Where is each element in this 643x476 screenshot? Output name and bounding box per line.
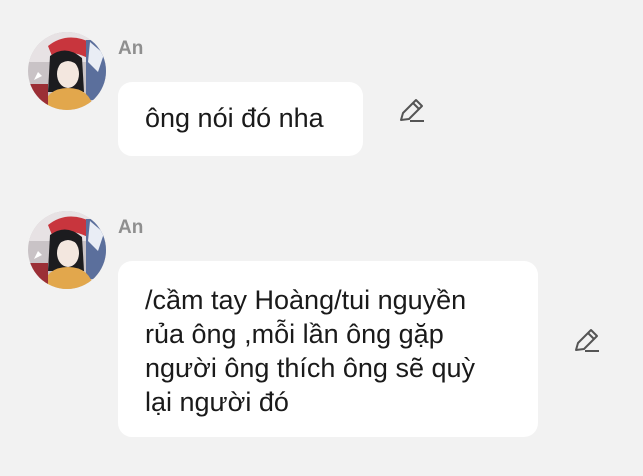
avatar-image bbox=[28, 32, 106, 110]
message-text-line: người ông thích ông sẽ quỳ bbox=[145, 353, 475, 383]
sender-name: An bbox=[118, 38, 144, 59]
pencil-icon[interactable] bbox=[572, 326, 602, 356]
sender-name: An bbox=[118, 217, 144, 238]
message-bubble: /cầm tay Hoàng/tui nguyền rủa ông ,mỗi l… bbox=[118, 261, 538, 437]
chat-thread: An ông nói đó nha An /cầm tay Hoàng/tui … bbox=[0, 0, 643, 476]
message-bubble: ông nói đó nha bbox=[118, 82, 363, 156]
message-text: ông nói đó nha bbox=[145, 103, 324, 133]
avatar[interactable] bbox=[28, 32, 106, 110]
avatar-image bbox=[28, 211, 106, 289]
message-text-line: rủa ông ,mỗi lần ông gặp bbox=[145, 319, 444, 349]
avatar[interactable] bbox=[28, 211, 106, 289]
message-text-line: /cầm tay Hoàng/tui nguyền bbox=[145, 285, 467, 315]
pencil-icon[interactable] bbox=[397, 96, 427, 126]
message-text-line: lại người đó bbox=[145, 387, 289, 417]
